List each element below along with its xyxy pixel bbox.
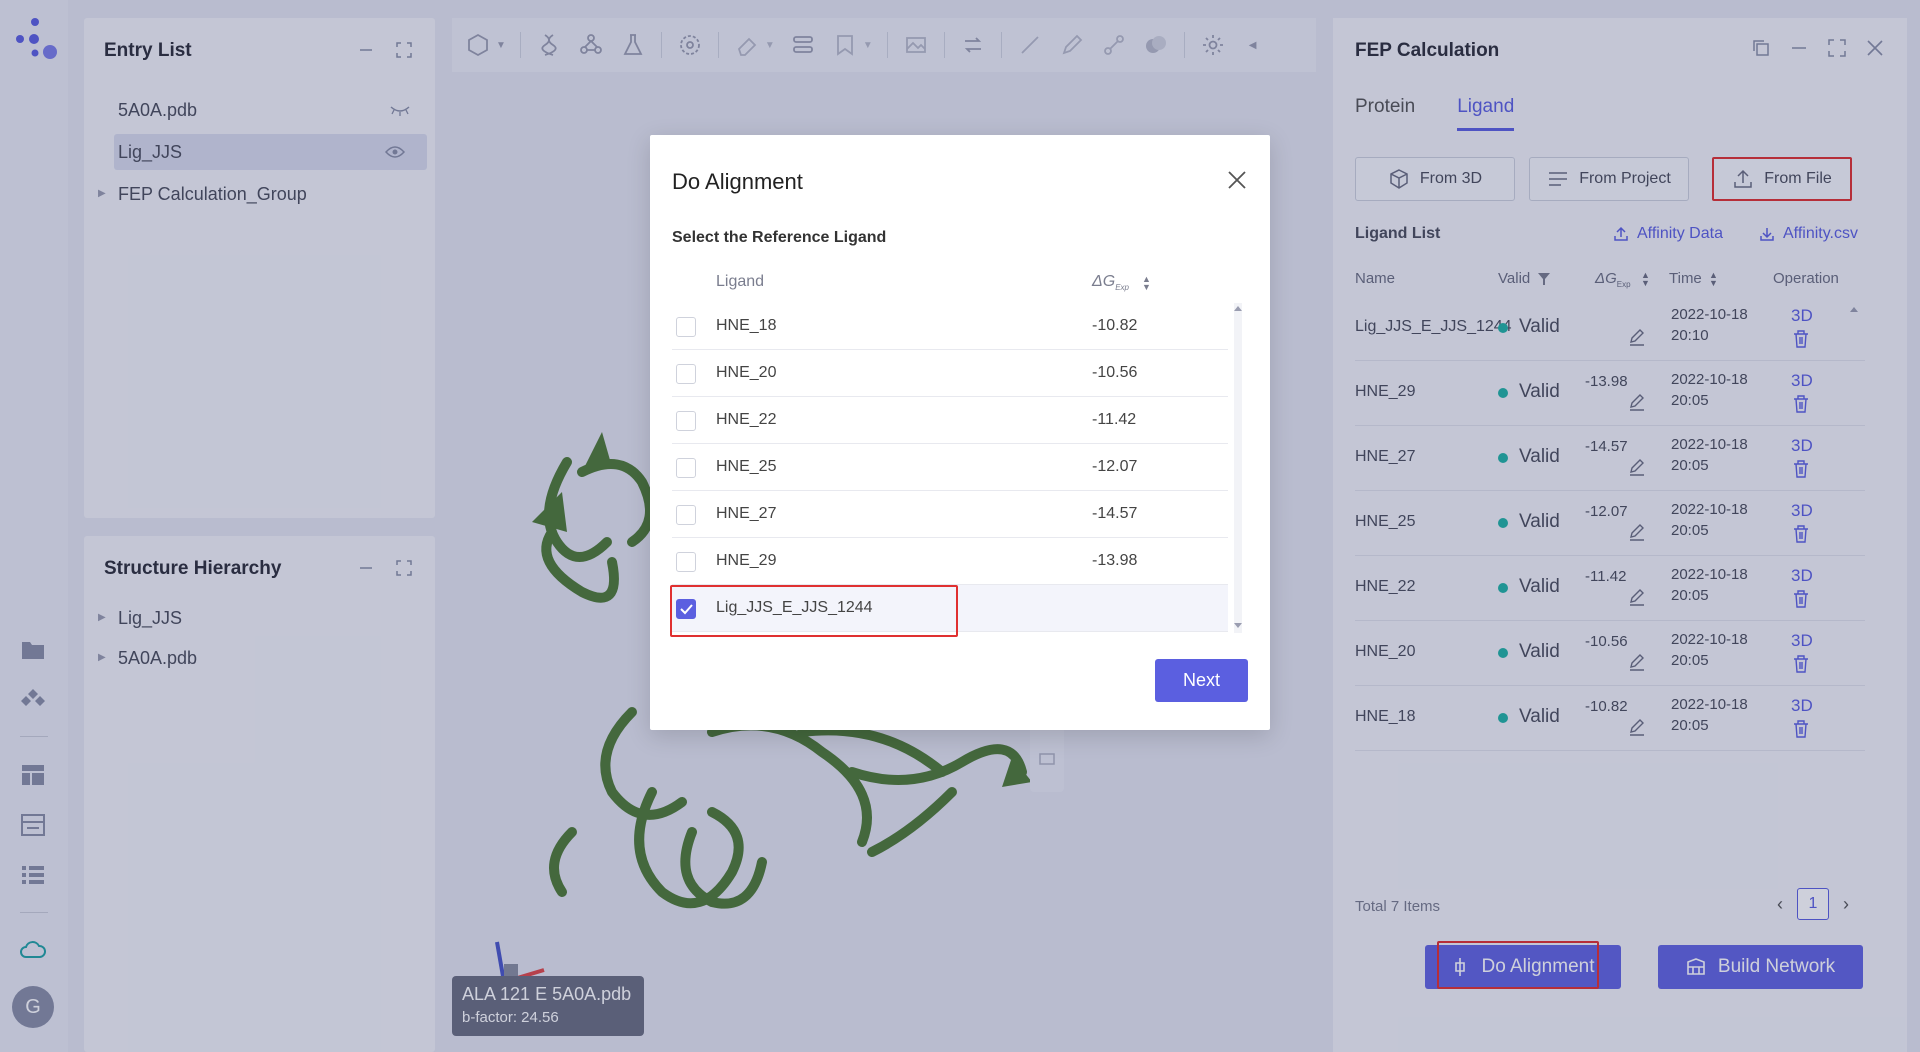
list-item[interactable]: HNE_25 -12.07: [672, 444, 1228, 491]
reference-table-scrollbar[interactable]: [1228, 303, 1248, 633]
sort-icon[interactable]: ▲ ▼: [1142, 275, 1151, 292]
dg-value: -14.57: [1092, 505, 1138, 522]
ligand-name: HNE_27: [716, 505, 777, 522]
dg-value: -10.56: [1092, 364, 1138, 381]
ligand-name: HNE_18: [716, 317, 777, 334]
row-checkbox[interactable]: [676, 552, 696, 572]
close-icon[interactable]: [1226, 169, 1248, 191]
list-item[interactable]: HNE_22 -11.42: [672, 397, 1228, 444]
ligand-name: HNE_29: [716, 552, 777, 569]
next-button[interactable]: Next: [1155, 659, 1248, 702]
row-checkbox[interactable]: [676, 505, 696, 525]
dialog-title: Do Alignment: [672, 169, 803, 194]
do-alignment-dialog: Do Alignment Select the Reference Ligand…: [650, 135, 1270, 730]
ligand-name: HNE_22: [716, 411, 777, 428]
row-checkbox[interactable]: [676, 411, 696, 431]
list-item[interactable]: HNE_27 -14.57: [672, 491, 1228, 538]
row-checkbox[interactable]: [676, 458, 696, 478]
selected-ligand-highlight: [670, 585, 958, 637]
row-checkbox[interactable]: [676, 364, 696, 384]
dg-value: -10.82: [1092, 317, 1138, 334]
col-dg[interactable]: ΔGExp: [1092, 273, 1129, 292]
ligand-name: HNE_25: [716, 458, 777, 475]
dialog-subtitle: Select the Reference Ligand: [672, 229, 887, 246]
dg-value: -11.42: [1092, 411, 1137, 428]
list-item[interactable]: HNE_18 -10.82: [672, 303, 1228, 350]
list-item[interactable]: HNE_20 -10.56: [672, 350, 1228, 397]
dg-value: -13.98: [1092, 552, 1138, 569]
dg-value: -12.07: [1092, 458, 1138, 475]
col-ligand: Ligand: [716, 273, 765, 290]
ligand-name: HNE_20: [716, 364, 777, 381]
reference-table-header: Ligand ΔGExp ▲ ▼: [672, 273, 1248, 303]
list-item[interactable]: HNE_29 -13.98: [672, 538, 1228, 585]
row-checkbox[interactable]: [676, 317, 696, 337]
